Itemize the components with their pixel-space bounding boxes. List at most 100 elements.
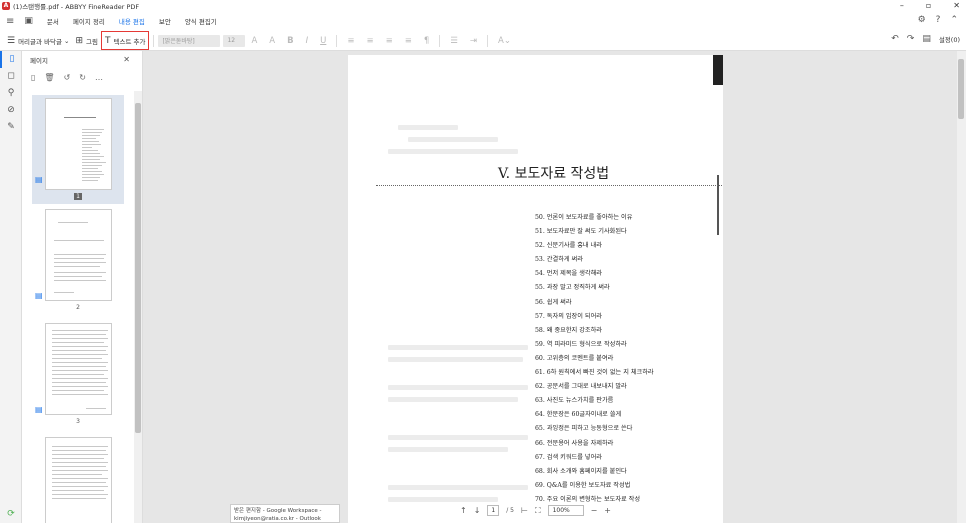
italic-icon[interactable]: I [306,36,309,46]
text-color-icon[interactable]: A⌄ [498,36,511,46]
document-scrollbar[interactable] [957,51,966,523]
previous-page-icon[interactable]: ↑ [460,506,467,515]
toc-item[interactable]: 68. 회사 소개와 홈페이지를 붙인다 [535,465,695,479]
thumbnail-page-number: 1 [74,193,82,200]
toc-item[interactable]: 58. 왜 중요한지 강조하라 [535,324,695,338]
toc-item[interactable]: 66. 전문용어 사용을 자제하라 [535,437,695,451]
gear-icon[interactable]: ⚙ [918,15,926,25]
outlook-notification[interactable]: 받은 편지함 - Google Workspace - kimjiyeon@ra… [230,504,340,523]
divider [487,34,489,47]
toc-item[interactable]: 64. 한문장은 60글자이내로 쓸게 [535,408,695,422]
fit-page-icon[interactable]: ⛶ [535,506,541,516]
thumbnail-page-4[interactable] [32,437,124,523]
thumbnail-image [44,98,112,190]
document-viewer[interactable]: V. 보도자료 작성법 50. 언론이 보도자료를 좋아하는 이유 51. 보도… [143,51,957,523]
toc-item[interactable]: 69. Q&A를 이용한 보도자료 작성법 [535,479,695,493]
toc-item[interactable]: 61. 6하 원칙에서 빠진 것이 없는 지 체크하라 [535,366,695,380]
signature-icon[interactable]: ✎ [0,119,22,136]
rotate-left-icon[interactable]: ↺ [64,73,71,82]
toc-item[interactable]: 60. 고위층의 코멘트를 붙여라 [535,352,695,366]
thumbnail-scrollbar-thumb[interactable] [135,103,141,433]
toc-item[interactable]: 62. 공문서를 그대로 내보내지 말라 [535,380,695,394]
image-button[interactable]: ⊞ 그림 [72,33,101,49]
thumbnail-page-number: 3 [76,418,80,425]
page-navigation: ↑ ↓ 1 / 5 ⊢ ⛶ 100% − + [460,505,611,516]
pages-panel: 페이지 ✕ ▯ 🗑 ↺ ↻ … ▤ 1 ▤ 2 ▤ 3 [22,51,143,523]
add-text-button[interactable]: T 텍스트 추가 [100,31,150,50]
more-icon[interactable]: … [95,73,103,82]
search-icon[interactable]: ⚲ [0,85,22,102]
attachment-icon[interactable]: ⊘ [0,102,22,119]
thumbnail-image [44,209,112,301]
save-icon[interactable]: ▣ [24,16,33,26]
font-size-select[interactable]: 12 [223,34,246,47]
close-button[interactable]: ✕ [953,0,960,11]
maximize-button[interactable]: ▫ [926,0,931,11]
notification-line-2: kimjiyeon@ratia.co.kr - Outlook [234,516,321,522]
help-icon[interactable]: ? [936,15,941,25]
toc-item[interactable]: 57. 독자의 입장이 되어라 [535,310,695,324]
settings-icon[interactable]: ▤ [922,34,931,44]
toc-item[interactable]: 67. 검색 키워드를 넣어라 [535,451,695,465]
thumbnail-scrollbar[interactable] [134,91,142,523]
toolbar: ☰ 머리글과 바닥글 ⌄ ⊞ 그림 T 텍스트 추가 [맑은돋바탕] 12 A … [0,31,966,51]
align-center-icon[interactable]: ≡ [366,36,373,46]
rotate-right-icon[interactable]: ↻ [79,73,86,82]
underline-icon[interactable]: U [320,36,326,46]
menu-edit-content[interactable]: 내용 편집 [119,16,145,26]
settings-label[interactable]: 설정(0) [939,34,960,44]
menu-form-editor[interactable]: 양식 편집기 [185,16,217,26]
toc-item[interactable]: 52. 신문기사를 흉내 내라 [535,239,695,253]
window-title: (1)스탠행률.pdf - ABBYY FineReader PDF [13,2,140,11]
hamburger-menu-icon[interactable]: ≡ [6,16,14,27]
toc-item[interactable]: 59. 역 피라미드 형식으로 작성하라 [535,338,695,352]
font-family-select[interactable]: [맑은돋바탕] [158,34,221,47]
justify-icon[interactable]: ≡ [405,36,412,46]
header-footer-button[interactable]: ☰ 머리글과 바닥글 ⌄ [4,33,72,49]
toc-item[interactable]: 55. 과장 말고 정직하게 써라 [535,281,695,295]
header-footer-icon: ☰ [7,35,16,46]
pages-icon[interactable]: ▯ [0,51,22,68]
toc-item[interactable]: 63. 사진도 뉴스가치를 판가름 [535,394,695,408]
page-number-input[interactable]: 1 [487,505,500,516]
decrease-font-icon[interactable]: A [269,36,275,46]
align-left-icon[interactable]: ≡ [347,36,354,46]
toc-item[interactable]: 54. 먼저 제목을 생각해라 [535,267,695,281]
menu-document[interactable]: 문서 [47,16,59,26]
text-direction-icon[interactable]: ¶ [424,36,429,46]
document-scrollbar-thumb[interactable] [958,59,964,119]
zoom-select[interactable]: 100% [547,505,584,516]
fit-width-icon[interactable]: ⊢ [521,506,528,515]
chevron-up-icon[interactable]: ⌃ [950,15,958,25]
menu-security[interactable]: 보안 [159,16,171,26]
toc-item[interactable]: 53. 간결하게 써라 [535,253,695,267]
page-total: / 5 [506,507,514,514]
thumbnail-page-3[interactable]: ▤ 3 [32,323,124,431]
zoom-out-icon[interactable]: − [591,506,598,515]
toc-item[interactable]: 50. 언론이 보도자료를 좋아하는 이유 [535,211,695,225]
toc-item[interactable]: 56. 쉽게 써라 [535,296,695,310]
next-page-icon[interactable]: ↓ [474,506,481,515]
increase-font-icon[interactable]: A [251,36,257,46]
align-right-icon[interactable]: ≡ [386,36,393,46]
bold-icon[interactable]: B [287,36,293,46]
thumbnail-page-2[interactable]: ▤ 2 [32,209,124,317]
delete-icon[interactable]: 🗑 [44,73,54,82]
toc-item[interactable]: 51. 보도자료만 잘 써도 기사화된다 [535,225,695,239]
document-page[interactable]: V. 보도자료 작성법 50. 언론이 보도자료를 좋아하는 이유 51. 보도… [348,55,723,523]
close-icon[interactable]: ✕ [123,55,130,64]
redo-icon[interactable]: ↷ [907,34,915,44]
bookmark-icon[interactable]: ◻ [0,68,22,85]
toc-item[interactable]: 65. 과잉정은 피하고 능동형으로 쓴다 [535,422,695,436]
chapter-title[interactable]: V. 보도자료 작성법 [498,163,609,183]
scan-artifact [717,175,719,235]
minimize-button[interactable]: – [900,0,904,11]
zoom-in-icon[interactable]: + [604,506,611,515]
indent-icon[interactable]: ⇥ [470,36,477,46]
new-page-icon[interactable]: ▯ [31,73,35,82]
line-spacing-icon[interactable]: ☰ [450,36,458,46]
sync-icon[interactable]: ⟳ [0,509,22,519]
menu-page-organize[interactable]: 페이지 정리 [73,16,105,26]
undo-icon[interactable]: ↶ [891,34,899,44]
thumbnail-page-1[interactable]: ▤ 1 [32,95,124,204]
